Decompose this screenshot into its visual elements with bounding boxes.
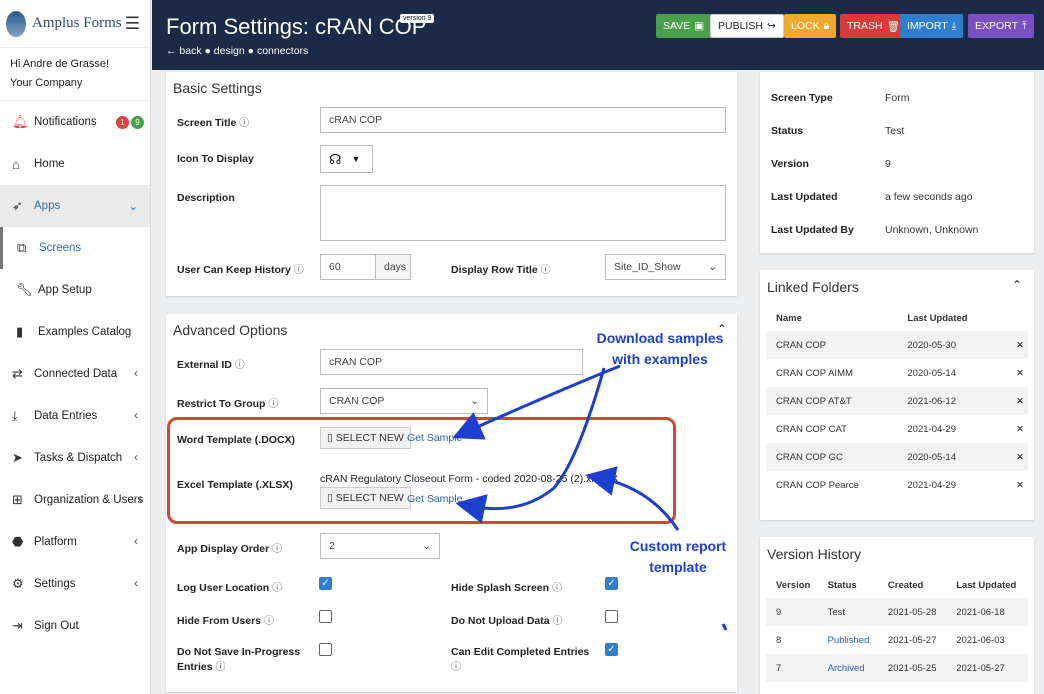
arrow-to-excel-file <box>585 466 680 531</box>
annotation-arrows <box>452 364 728 631</box>
arrow-to-word-sample <box>452 364 621 440</box>
arrow-to-excel-sample <box>455 367 606 524</box>
annotation-mark <box>721 623 728 631</box>
